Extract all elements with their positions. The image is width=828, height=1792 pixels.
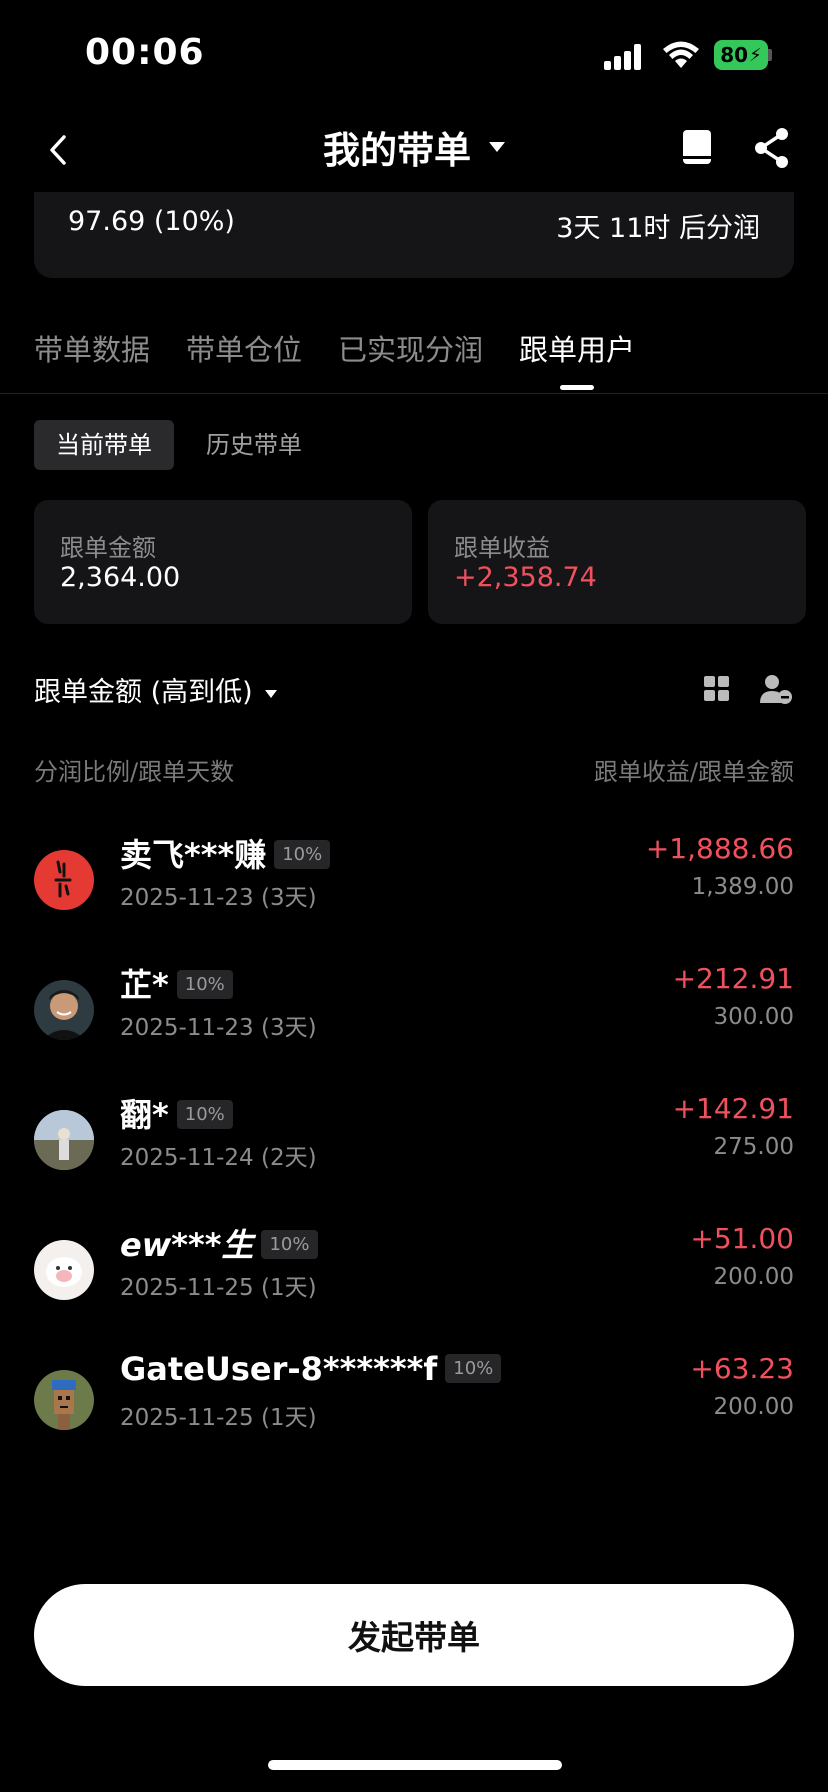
ratio-badge: 10%	[445, 1353, 502, 1383]
follower-row[interactable]: ew***生 10% 2025-11-25 (1天) +51.00 200.00	[0, 1220, 828, 1350]
tab-divider	[0, 393, 828, 394]
status-time: 00:06	[85, 32, 205, 73]
ratio-badge: 10%	[261, 1229, 318, 1259]
share-icon[interactable]	[752, 126, 792, 170]
follower-row[interactable]: 卖飞***赚 10% 2025-11-23 (3天) +1,888.66 1,38…	[0, 830, 828, 960]
follower-profit: +1,888.66	[645, 832, 794, 865]
tab-followers[interactable]: 跟单用户	[519, 322, 635, 392]
stat-profit-value: +2,358.74	[454, 562, 597, 593]
sort-row: 跟单金额 (高到低)	[34, 666, 794, 710]
subtab-current[interactable]: 当前带单	[34, 420, 174, 470]
battery-icon: 80 ⚡	[714, 40, 768, 70]
avatar	[34, 1110, 94, 1170]
wifi-icon	[663, 41, 699, 68]
ratio-badge: 10%	[176, 1099, 233, 1129]
follower-date: 2025-11-25 (1天)	[120, 1405, 317, 1431]
header: 我的带单	[0, 110, 828, 192]
stat-card-profit: 跟单收益 +2,358.74	[428, 500, 806, 624]
subtab-history[interactable]: 历史带单	[184, 420, 324, 470]
sort-dropdown[interactable]: 跟单金额 (高到低)	[34, 670, 277, 709]
sub-tabs: 当前带单 历史带单	[34, 420, 324, 470]
follower-name: ew***生 10%	[120, 1220, 318, 1266]
follower-profit: +142.91	[672, 1092, 794, 1125]
follower-row[interactable]: 芷* 10% 2025-11-23 (3天) +212.91 300.00	[0, 960, 828, 1090]
stat-profit-label: 跟单收益	[454, 534, 550, 562]
follower-name: GateUser-8******f 10%	[120, 1350, 502, 1388]
follower-date: 2025-11-23 (3天)	[120, 885, 317, 911]
stat-amount-value: 2,364.00	[60, 562, 181, 593]
avatar-logo-icon	[54, 860, 72, 898]
summary-realized-value: 97.69 (10%)	[68, 206, 235, 237]
follower-amount: 1,389.00	[691, 874, 794, 900]
caret-down-icon	[489, 142, 505, 152]
grid-view-icon[interactable]	[704, 676, 730, 702]
column-header-right: 跟单收益/跟单金额	[593, 758, 794, 786]
status-bar: 00:06 80 ⚡	[0, 0, 828, 110]
follower-amount: 300.00	[713, 1004, 794, 1030]
avatar	[34, 850, 94, 910]
avatar	[34, 1370, 94, 1430]
avatar-cartoon-icon	[46, 1257, 82, 1287]
follower-row[interactable]: GateUser-8******f 10% 2025-11-25 (1天) +63…	[0, 1350, 828, 1480]
tab-lead-positions[interactable]: 带单仓位	[186, 322, 302, 392]
follower-name: 翻* 10%	[120, 1090, 233, 1136]
book-icon[interactable]	[680, 128, 714, 168]
avatar-pixel-punk-icon	[52, 1380, 76, 1430]
main-tabs: 带单数据 带单仓位 已实现分润 跟单用户	[34, 322, 635, 392]
follower-name: 芷* 10%	[120, 960, 233, 1006]
avatar	[34, 1240, 94, 1300]
tab-lead-data[interactable]: 带单数据	[34, 322, 150, 392]
ratio-badge: 10%	[176, 969, 233, 999]
follower-profit: +63.23	[690, 1352, 794, 1385]
follower-amount: 275.00	[713, 1134, 794, 1160]
sort-label: 跟单金额 (高到低)	[34, 677, 253, 708]
follower-name: 卖飞***赚 10%	[120, 830, 331, 876]
follower-profit: +212.91	[672, 962, 794, 995]
avatar-person-icon	[42, 990, 86, 1040]
battery-tip	[768, 49, 772, 61]
avatar-landscape-icon	[34, 1110, 94, 1170]
battery-level: 80	[720, 43, 749, 67]
stat-amount-label: 跟单金额	[60, 534, 156, 562]
avatar	[34, 980, 94, 1040]
summary-card: 97.69 (10%) 3天 11时 后分润	[34, 192, 794, 278]
summary-settlement-value: 3天 11时 后分润	[556, 213, 760, 244]
home-indicator	[268, 1760, 562, 1770]
column-header-left: 分润比例/跟单天数	[34, 758, 235, 786]
follower-profit: +51.00	[690, 1222, 794, 1255]
follower-amount: 200.00	[713, 1394, 794, 1420]
follower-date: 2025-11-24 (2天)	[120, 1145, 317, 1171]
follower-date: 2025-11-23 (3天)	[120, 1015, 317, 1041]
page-title: 我的带单	[323, 129, 471, 172]
user-remove-icon[interactable]	[760, 674, 792, 704]
follower-row[interactable]: 翻* 10% 2025-11-24 (2天) +142.91 275.00	[0, 1090, 828, 1220]
tab-indicator	[560, 385, 595, 390]
ratio-badge: 10%	[274, 839, 331, 869]
caret-down-icon	[264, 689, 277, 698]
stat-card-amount: 跟单金额 2,364.00	[34, 500, 412, 624]
start-lead-button[interactable]: 发起带单	[34, 1584, 794, 1686]
tab-realized-profit-share[interactable]: 已实现分润	[338, 322, 483, 392]
follower-amount: 200.00	[713, 1264, 794, 1290]
cellular-signal-icon	[604, 44, 644, 70]
follower-date: 2025-11-25 (1天)	[120, 1275, 317, 1301]
